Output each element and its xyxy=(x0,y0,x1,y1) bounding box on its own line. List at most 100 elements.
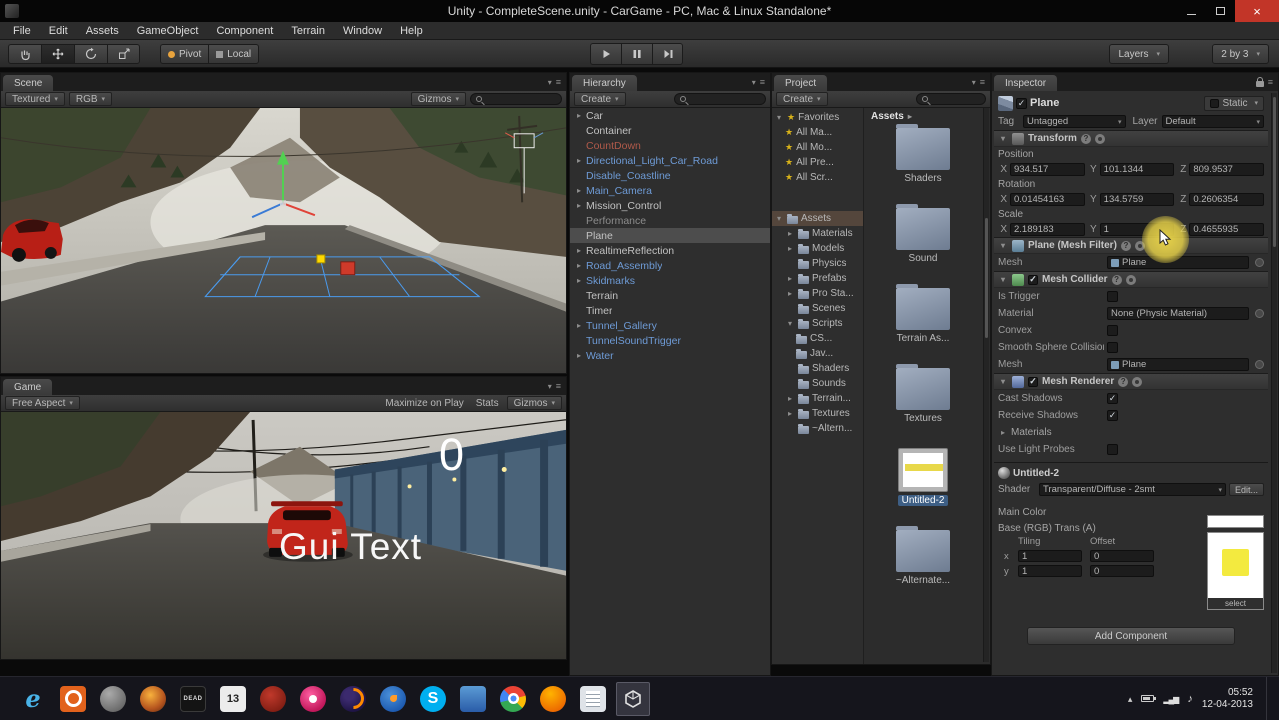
hierarchy-item-disable-coastline[interactable]: Disable_Coastline xyxy=(570,168,770,183)
foldout-icon[interactable] xyxy=(574,111,584,120)
tab-project[interactable]: Project xyxy=(774,75,828,91)
scrollbar-thumb[interactable] xyxy=(1273,97,1276,247)
gear-icon[interactable] xyxy=(1125,274,1136,285)
panel-menu-icon[interactable] xyxy=(760,76,765,88)
hierarchy-item-timer[interactable]: Timer xyxy=(570,303,770,318)
tree-all-models[interactable]: All Mo... xyxy=(772,140,863,155)
rotation-z-field[interactable]: 0.2606354 xyxy=(1189,192,1265,206)
foldout-icon[interactable] xyxy=(785,319,795,328)
tree-assets-root[interactable]: Assets xyxy=(772,211,863,226)
scale-x-field[interactable]: 2.189183 xyxy=(1010,222,1085,236)
inspector-scrollbar[interactable] xyxy=(1271,93,1277,673)
mesh-collider-header[interactable]: Mesh Collider xyxy=(994,271,1268,288)
tab-hierarchy[interactable]: Hierarchy xyxy=(572,75,637,91)
foldout-icon[interactable] xyxy=(574,351,584,360)
static-dropdown[interactable]: Static xyxy=(1204,95,1264,111)
project-search-input[interactable] xyxy=(916,93,986,105)
receive-shadows-checkbox[interactable] xyxy=(1107,410,1118,421)
tree-textures[interactable]: Textures xyxy=(772,406,863,421)
taskbar-icon-darkred-app[interactable] xyxy=(256,682,290,716)
menu-help[interactable]: Help xyxy=(391,22,432,39)
hierarchy-item-tunnel-gallery[interactable]: Tunnel_Gallery xyxy=(570,318,770,333)
scene-gizmos-dropdown[interactable]: Gizmos xyxy=(410,92,466,106)
hierarchy-item-container[interactable]: Container xyxy=(570,123,770,138)
scene-viewport[interactable] xyxy=(1,108,566,373)
play-button[interactable] xyxy=(590,43,621,65)
mesh-filter-header[interactable]: Plane (Mesh Filter) xyxy=(994,237,1268,254)
tree-shaders[interactable]: Shaders xyxy=(772,361,863,376)
minimize-button[interactable] xyxy=(1177,0,1206,22)
foldout-icon[interactable] xyxy=(785,289,795,298)
aspect-dropdown[interactable]: Free Aspect xyxy=(5,396,80,410)
taskbar-icon-skype[interactable]: S xyxy=(416,682,450,716)
volume-icon[interactable] xyxy=(1187,693,1193,705)
taskbar-icon-internet-explorer[interactable]: e xyxy=(16,682,50,716)
project-scrollbar[interactable] xyxy=(983,108,989,662)
foldout-icon[interactable] xyxy=(574,186,584,195)
tree-all-materials[interactable]: All Ma... xyxy=(772,125,863,140)
object-picker-icon[interactable] xyxy=(1255,258,1264,267)
materials-foldout-row[interactable]: Materials xyxy=(994,424,1268,441)
lock-icon[interactable] xyxy=(1255,76,1264,87)
foldout-icon[interactable] xyxy=(574,246,584,255)
hierarchy-item-performance[interactable]: Performance xyxy=(570,213,770,228)
panel-menu-icon[interactable] xyxy=(556,76,561,88)
foldout-icon[interactable] xyxy=(774,113,784,122)
help-icon[interactable] xyxy=(1120,240,1131,251)
tree-cs-scripts[interactable]: CS... xyxy=(772,331,863,346)
panel-dropdown-icon[interactable] xyxy=(972,76,976,88)
hierarchy-item-car[interactable]: Car xyxy=(570,108,770,123)
network-icon[interactable] xyxy=(1163,693,1178,705)
tree-pro-standard[interactable]: Pro Sta... xyxy=(772,286,863,301)
scale-z-field[interactable]: 0.4655935 xyxy=(1189,222,1265,236)
menu-component[interactable]: Component xyxy=(207,22,282,39)
scale-tool-button[interactable] xyxy=(107,44,140,64)
foldout-icon[interactable] xyxy=(574,276,584,285)
foldout-icon[interactable] xyxy=(774,214,784,223)
shader-edit-button[interactable]: Edit... xyxy=(1228,483,1264,496)
light-probes-checkbox[interactable] xyxy=(1107,444,1118,455)
help-icon[interactable] xyxy=(1080,133,1091,144)
object-picker-icon[interactable] xyxy=(1255,309,1264,318)
tree-javascript[interactable]: Jav... xyxy=(772,346,863,361)
layout-dropdown[interactable]: 2 by 3 xyxy=(1212,44,1269,64)
active-checkbox[interactable] xyxy=(1016,97,1027,109)
taskbar-icon-orange-app[interactable] xyxy=(56,682,90,716)
tree-all-prefabs[interactable]: All Pre... xyxy=(772,155,863,170)
project-create-button[interactable]: Create xyxy=(776,92,828,106)
help-icon[interactable] xyxy=(1118,376,1129,387)
close-button[interactable]: × xyxy=(1235,0,1279,22)
position-y-field[interactable]: 101.1344 xyxy=(1099,162,1175,176)
hierarchy-item-realtimereflection[interactable]: RealtimeReflection xyxy=(570,243,770,258)
menu-terrain[interactable]: Terrain xyxy=(282,22,334,39)
taskbar-icon-13-app[interactable]: 13 xyxy=(216,682,250,716)
project-asset-shaders[interactable]: Shaders xyxy=(896,124,950,184)
tab-scene[interactable]: Scene xyxy=(3,75,54,91)
hierarchy-item-skidmarks[interactable]: Skidmarks xyxy=(570,273,770,288)
hierarchy-item-water[interactable]: Water xyxy=(570,348,770,363)
tiling-y-field[interactable]: 1 xyxy=(1018,565,1082,577)
panel-menu-icon[interactable] xyxy=(980,76,985,88)
hidden-icons-chevron[interactable] xyxy=(1128,693,1133,705)
hierarchy-item-countdown[interactable]: CountDown xyxy=(570,138,770,153)
tag-dropdown[interactable]: Untagged xyxy=(1023,115,1126,128)
project-asset-textures[interactable]: Textures xyxy=(896,364,950,424)
gear-icon[interactable] xyxy=(1094,133,1105,144)
panel-dropdown-icon[interactable] xyxy=(752,76,756,88)
tree-alternate[interactable]: ~Altern... xyxy=(772,421,863,436)
taskbar-icon-unity[interactable] xyxy=(616,681,650,716)
foldout-icon[interactable] xyxy=(785,409,795,418)
stats-toggle[interactable]: Stats xyxy=(472,398,503,409)
tree-materials[interactable]: Materials xyxy=(772,226,863,241)
hierarchy-create-button[interactable]: Create xyxy=(574,92,626,106)
tree-prefabs[interactable]: Prefabs xyxy=(772,271,863,286)
hand-tool-button[interactable] xyxy=(8,44,41,64)
taskbar-icon-magenta-app[interactable] xyxy=(296,682,330,716)
panel-menu-icon[interactable] xyxy=(1268,76,1273,88)
foldout-icon[interactable] xyxy=(998,134,1008,143)
taskbar-icon-notes[interactable] xyxy=(576,682,610,716)
tree-sounds[interactable]: Sounds xyxy=(772,376,863,391)
scrollbar-thumb[interactable] xyxy=(985,218,988,338)
position-z-field[interactable]: 809.9537 xyxy=(1189,162,1265,176)
menu-gameobject[interactable]: GameObject xyxy=(128,22,208,39)
